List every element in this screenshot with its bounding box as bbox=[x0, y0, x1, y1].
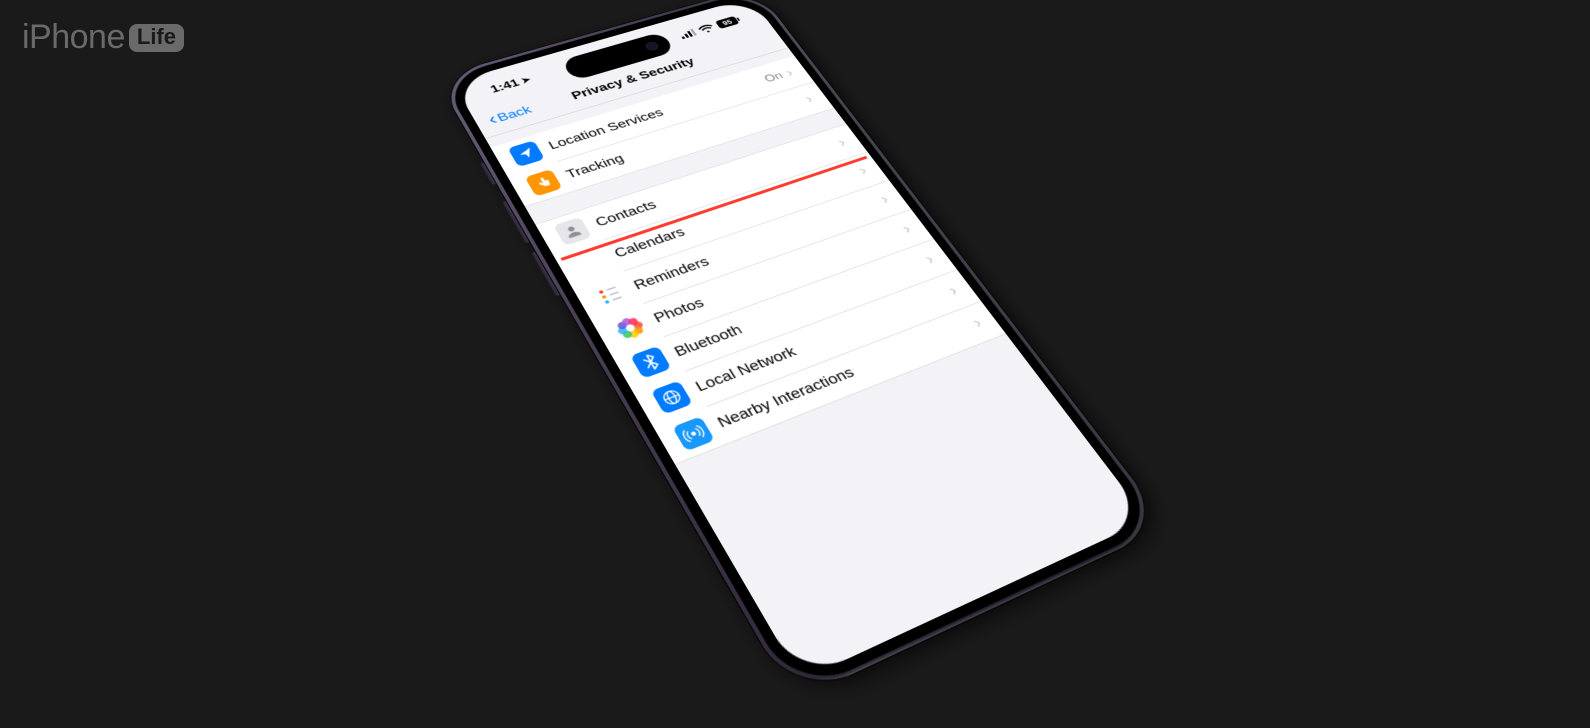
wifi-icon bbox=[697, 23, 716, 34]
calendar-icon bbox=[572, 248, 612, 278]
iphone-device: 1:41 ➤ 95 ‹ bbox=[436, 0, 1169, 701]
local-network-icon bbox=[651, 380, 693, 414]
hand-icon bbox=[525, 169, 563, 197]
nearby-icon bbox=[672, 416, 715, 451]
location-arrow-icon: ➤ bbox=[519, 75, 532, 86]
contacts-icon bbox=[553, 217, 592, 246]
cellular-icon bbox=[678, 29, 697, 40]
logo-brand: iPhone bbox=[22, 18, 125, 57]
photos-icon bbox=[610, 312, 651, 344]
location-arrow-icon bbox=[508, 140, 545, 167]
settings-row-nearby[interactable]: Nearby Interactions › bbox=[653, 301, 1006, 464]
logo-badge: Life bbox=[129, 24, 184, 52]
row-label: Nearby Interactions bbox=[714, 317, 980, 432]
status-time: 1:41 bbox=[488, 77, 522, 95]
battery-icon: 95 bbox=[715, 15, 742, 29]
watermark-logo: iPhone Life bbox=[22, 18, 184, 57]
bluetooth-icon bbox=[630, 346, 671, 379]
